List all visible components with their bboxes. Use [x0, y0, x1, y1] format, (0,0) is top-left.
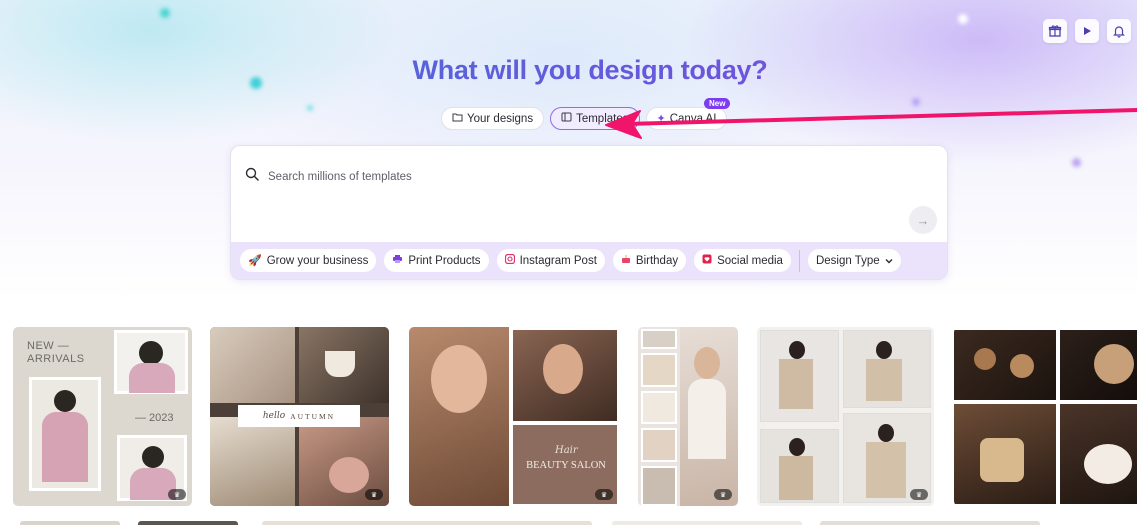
premium-crown-icon: ♛: [910, 489, 928, 500]
title-banner: hello AUTUMN: [238, 405, 360, 427]
chip-label: Social media: [717, 254, 783, 267]
chip-social-media[interactable]: Social media: [694, 249, 791, 272]
chip-label: Grow your business: [266, 254, 369, 267]
tab-your-designs[interactable]: Your designs: [441, 107, 545, 130]
photo-strip: [641, 327, 677, 506]
chip-instagram-post[interactable]: Instagram Post: [496, 249, 605, 272]
template-card-new-arrivals[interactable]: NEW — ARRIVALS — 2023 ♛: [13, 327, 192, 506]
photo: [513, 330, 617, 421]
printer-icon: [392, 254, 403, 267]
photo: [760, 330, 839, 422]
chip-divider: [798, 249, 800, 272]
template-card-beauty-salon[interactable]: Hair BEAUTY SALON ♛: [409, 327, 619, 506]
photo: [760, 429, 839, 503]
top-right-toolbar: [1043, 19, 1131, 43]
card-text: ARRIVALS: [27, 353, 85, 365]
template-card-fashion-stories[interactable]: ♛: [638, 327, 738, 506]
premium-crown-icon: ♛: [365, 489, 383, 500]
arrow-right-icon: →: [916, 212, 930, 228]
chip-label: Instagram Post: [519, 254, 597, 267]
card-text: — 2023: [135, 412, 174, 424]
chip-label: Print Products: [408, 254, 481, 267]
premium-crown-icon: ♛: [595, 489, 613, 500]
photo: [210, 327, 295, 403]
chip-birthday[interactable]: Birthday: [612, 249, 687, 272]
play-icon[interactable]: [1075, 19, 1099, 43]
decor-sparkle: [912, 98, 920, 106]
card-text: BEAUTY SALON: [526, 460, 606, 471]
template-icon: [561, 112, 572, 125]
tab-label: Canva AI: [669, 112, 717, 125]
next-row-preview: [820, 521, 1040, 525]
template-card-fashion-collage[interactable]: ♛: [757, 327, 934, 506]
next-row-preview: [20, 521, 120, 525]
photo: [1060, 404, 1137, 504]
card-text: Hair: [555, 445, 578, 456]
chevron-down-icon: [885, 255, 893, 267]
photo: [954, 330, 1056, 400]
suggestion-chips: 🚀 Grow your business Print Products Inst…: [231, 242, 947, 279]
gift-icon[interactable]: [1043, 19, 1067, 43]
premium-crown-icon: ♛: [714, 489, 732, 500]
cake-icon: [621, 254, 631, 267]
bell-icon[interactable]: [1107, 19, 1131, 43]
search-submit-button[interactable]: →: [909, 206, 937, 234]
heart-icon: [702, 254, 712, 267]
tab-label: Your designs: [467, 112, 534, 125]
rocket-icon: 🚀: [248, 255, 262, 267]
photo: [954, 404, 1056, 504]
photo: [210, 417, 295, 506]
decor-sparkle: [958, 14, 968, 24]
chip-grow-your-business[interactable]: 🚀 Grow your business: [240, 249, 377, 272]
tab-templates[interactable]: Templates: [550, 107, 640, 130]
next-row-preview: [138, 521, 238, 525]
chip-label: Birthday: [635, 254, 679, 267]
search-panel: Search millions of templates → 🚀 Grow yo…: [230, 145, 948, 280]
search-input[interactable]: Search millions of templates: [268, 171, 412, 183]
photo: [680, 327, 738, 506]
template-card-autumn[interactable]: hello AUTUMN ♛: [210, 327, 389, 506]
design-type-dropdown[interactable]: Design Type: [807, 249, 901, 272]
design-tabs: Your designs Templates ✦ Canva AI New: [441, 98, 731, 130]
next-row-preview: [262, 521, 592, 525]
card-text: NEW —: [27, 340, 70, 352]
tab-canva-ai[interactable]: ✦ Canva AI: [645, 107, 728, 130]
chip-print-products[interactable]: Print Products: [384, 249, 489, 272]
folder-icon: [452, 112, 463, 125]
photo: [843, 330, 931, 408]
decor-sparkle: [160, 8, 170, 18]
premium-crown-icon: ♛: [168, 489, 186, 500]
search-field[interactable]: Search millions of templates: [245, 167, 412, 186]
card-text: AUTUMN: [290, 411, 336, 421]
decor-sparkle: [307, 105, 313, 111]
tab-label: Templates: [576, 112, 629, 125]
photo: [409, 327, 509, 506]
photo-frame: [114, 330, 188, 394]
template-card-coffee-collage[interactable]: [954, 327, 1137, 506]
chip-label: Design Type: [815, 254, 880, 267]
new-badge: New: [704, 98, 731, 109]
instagram-icon: [504, 253, 515, 267]
decor-sparkle: [1072, 158, 1081, 167]
photo: [1060, 330, 1137, 400]
sparkle-icon: ✦: [656, 113, 666, 125]
next-row-preview: [612, 521, 802, 525]
photo-frame: [29, 377, 101, 491]
search-icon: [245, 167, 259, 186]
photo: [299, 327, 389, 403]
page-title: What will you design today?: [0, 55, 1137, 86]
card-text: hello: [262, 411, 286, 421]
